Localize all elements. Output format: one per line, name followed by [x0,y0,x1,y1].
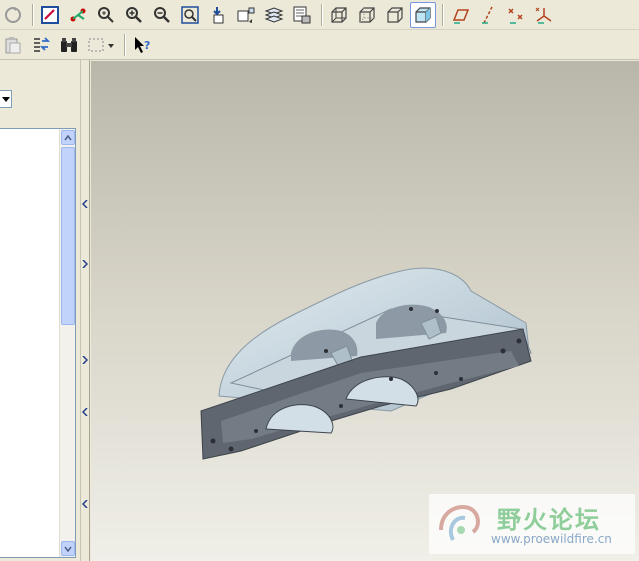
watermark-title: 野火论坛 [497,506,601,534]
shading-icon [415,6,431,23]
datum-display-button[interactable] [37,2,63,28]
toolbar-separator [124,33,125,56]
zoom-in-button[interactable] [121,2,147,28]
gearbox-housing-model[interactable] [91,61,639,561]
regenerate-icon [5,6,21,23]
context-help-icon: ? [135,36,150,53]
spin-center-icon [70,8,86,21]
selection-filter-button[interactable] [84,32,118,58]
wireframe-button[interactable] [326,2,352,28]
coordinate-system-icon [535,7,552,24]
view-manager-button[interactable] [289,2,315,28]
find-button[interactable] [28,32,54,58]
layers-button[interactable] [261,2,287,28]
toolbar-separator [321,3,322,26]
chevron-up-icon [64,134,72,140]
orient-mode-button[interactable] [93,2,119,28]
expand-right-icon [82,260,88,268]
zoom-in-icon [126,6,142,23]
regenerate-button[interactable] [0,2,26,28]
collapse-left-icon [82,500,88,508]
coordinate-system-button[interactable] [531,2,557,28]
reorient-icon [213,6,224,23]
forum-logo-icon [439,505,480,541]
binoculars-icon [61,37,77,52]
panel-splitter[interactable] [80,60,90,561]
scroll-down-button[interactable] [61,541,75,556]
expand-right-icon [82,356,88,364]
collapse-left-icon [82,408,88,416]
svg-text:?: ? [144,39,150,52]
panel-dropdown-button[interactable] [0,90,12,108]
scroll-thumb[interactable] [61,147,75,325]
scroll-up-button[interactable] [61,130,75,145]
paste-button[interactable] [0,32,26,58]
datum-axis-button[interactable] [475,2,501,28]
collapse-left-icon [82,200,88,208]
zoom-out-button[interactable] [149,2,175,28]
selection-box-icon [88,38,114,51]
paste-icon [5,36,21,53]
secondary-toolbar: ? [0,30,639,60]
tree-scrollbar[interactable] [59,129,75,557]
wireframe-icon [331,6,347,23]
chevron-down-icon [1,97,10,102]
toolbar-separator [442,3,443,26]
datum-plane-icon [452,8,470,24]
model-tree-panel [0,60,80,561]
find-icon [34,36,51,52]
datum-display-icon [41,5,59,24]
saved-views-icon [237,7,255,23]
reorient-button[interactable] [205,2,231,28]
saved-views-button[interactable] [233,2,259,28]
no-hidden-button[interactable] [382,2,408,28]
toolbar-separator [32,3,33,26]
spin-center-button[interactable] [65,2,91,28]
refit-icon [181,5,199,24]
refit-button[interactable] [177,2,203,28]
view-manager-icon [293,6,311,23]
layers-icon [264,6,284,23]
no-hidden-icon [387,6,403,23]
forum-watermark: 野火论坛 www.proewildfire.cn [429,494,635,554]
orient-mode-icon [98,6,114,23]
datum-point-button[interactable] [503,2,529,28]
model-tree[interactable] [0,128,76,558]
zoom-out-icon [154,6,170,23]
datum-point-icon [508,7,523,24]
hidden-line-icon [359,6,375,23]
main-toolbar [0,0,639,30]
chevron-down-icon [64,546,72,552]
context-help-button[interactable]: ? [129,32,155,58]
watermark-url: www.proewildfire.cn [491,532,612,546]
datum-axis-icon [482,6,493,24]
binoculars-button[interactable] [56,32,82,58]
shading-button[interactable] [410,1,436,28]
hidden-line-button[interactable] [354,2,380,28]
datum-plane-button[interactable] [447,2,473,28]
graphics-viewport[interactable]: 野火论坛 www.proewildfire.cn [91,61,639,561]
